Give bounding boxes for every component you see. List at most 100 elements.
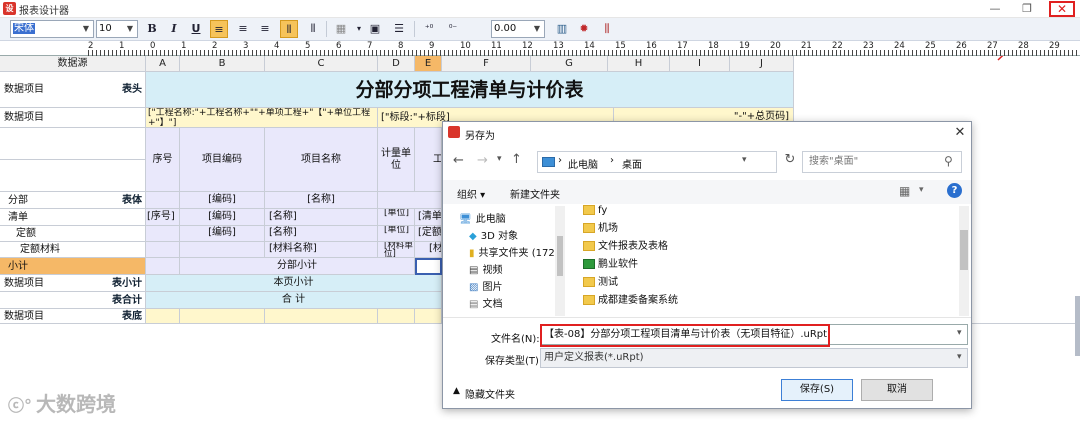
refresh-icon[interactable]: ↻ bbox=[781, 152, 799, 172]
vertical-scrollbar[interactable] bbox=[1075, 296, 1080, 356]
organize-menu[interactable]: 组织 ▾ bbox=[457, 186, 485, 201]
cell-qingdan-name[interactable]: [名称] bbox=[265, 209, 378, 226]
row-header[interactable]: 数据项目 表头 bbox=[0, 72, 146, 108]
cell-fenbu-name[interactable]: [名称] bbox=[265, 192, 378, 209]
breadcrumb-desktop[interactable]: 桌面 bbox=[622, 156, 642, 171]
column-header-d[interactable]: D bbox=[378, 56, 415, 72]
format-icon[interactable]: ☰ bbox=[390, 20, 408, 38]
valign-icon[interactable]: ⦀ bbox=[280, 20, 298, 38]
cell-dinge-unit[interactable]: [单位] bbox=[378, 226, 415, 242]
row-header[interactable]: 分部 表体 bbox=[0, 192, 146, 209]
increase-decimal-icon[interactable]: ⁺⁰ bbox=[420, 20, 438, 38]
header-unit[interactable]: 计量单位 bbox=[378, 128, 415, 192]
cell-dinge-name[interactable]: [名称] bbox=[265, 226, 378, 242]
row-header[interactable]: 数据项目 bbox=[0, 108, 146, 128]
paint-icon[interactable]: ✹ bbox=[575, 20, 593, 38]
cell-cailiao-e[interactable]: [材 bbox=[415, 242, 442, 258]
header-e[interactable]: 工 bbox=[415, 128, 442, 192]
file-item[interactable]: 成都建委备案系统 bbox=[583, 292, 678, 310]
distribute-icon[interactable]: ⦀ bbox=[304, 20, 322, 38]
cell-footer-b[interactable] bbox=[180, 309, 265, 324]
dialog-close-button[interactable]: ✕ bbox=[949, 122, 971, 144]
preview-icon[interactable]: ▥ bbox=[553, 20, 571, 38]
underline-button[interactable]: U bbox=[187, 20, 205, 38]
cell-cailiao-seq[interactable] bbox=[146, 242, 180, 258]
nav-item[interactable]: ▤ 文档 bbox=[469, 297, 502, 313]
nav-item[interactable]: ▨ 图片 bbox=[469, 280, 502, 296]
cell-fenbu-d[interactable] bbox=[378, 192, 442, 209]
row-header[interactable]: 数据项目 表底 bbox=[0, 309, 146, 324]
cell-page-total[interactable]: 本页小计 bbox=[146, 275, 442, 292]
address-bar[interactable]: › 此电脑 › 桌面 ▾ bbox=[537, 151, 777, 173]
font-size-select[interactable]: 10 ▼ bbox=[96, 20, 138, 38]
italic-button[interactable]: I bbox=[165, 20, 183, 38]
chevron-down-icon[interactable]: ▾ bbox=[919, 185, 924, 195]
bold-button[interactable]: B bbox=[143, 20, 161, 38]
header-name[interactable]: 项目名称 bbox=[265, 128, 378, 192]
cell-grand-total[interactable]: 合 计 bbox=[146, 292, 442, 309]
back-icon[interactable]: ← bbox=[453, 153, 464, 168]
decimal-format-select[interactable]: 0.00 ▼ bbox=[491, 20, 545, 38]
forward-icon[interactable]: → bbox=[477, 153, 488, 168]
file-scrollbar-thumb[interactable] bbox=[960, 230, 968, 270]
cancel-button[interactable]: 取消 bbox=[861, 379, 933, 401]
cell-qingdan-seq[interactable]: [序号] bbox=[146, 209, 180, 226]
row-header[interactable]: 定额材料 bbox=[0, 242, 146, 258]
column-header-b[interactable]: B bbox=[180, 56, 265, 72]
chevron-down-icon[interactable]: ▾ bbox=[497, 154, 502, 164]
file-item[interactable]: 机场 bbox=[583, 220, 618, 238]
cell-qingdan-unit[interactable]: [单位] bbox=[378, 209, 415, 226]
row-header[interactable] bbox=[0, 128, 146, 160]
new-folder-button[interactable]: 新建文件夹 bbox=[510, 186, 560, 201]
cell-fenbu-code[interactable]: [编码] bbox=[180, 192, 265, 209]
nav-item[interactable]: 🖥 此电脑 bbox=[459, 212, 506, 228]
close-button[interactable]: ✕ bbox=[1049, 1, 1075, 17]
cell-footer-a[interactable] bbox=[146, 309, 180, 324]
file-item[interactable]: 测试 bbox=[583, 274, 618, 292]
row-header[interactable]: 定额 bbox=[0, 226, 146, 242]
up-icon[interactable]: ↑ bbox=[511, 152, 522, 167]
selected-cell[interactable] bbox=[415, 258, 442, 275]
cell-footer-c[interactable] bbox=[265, 309, 378, 324]
align-right-icon[interactable]: ≡ bbox=[256, 20, 274, 38]
breadcrumb-this-pc[interactable]: 此电脑 bbox=[568, 156, 598, 171]
column-header-h[interactable]: H bbox=[608, 56, 670, 72]
cell-project-name[interactable]: ["工程名称:"+工程名称+""+单项工程+"【"+单位工程+"】"] bbox=[146, 108, 378, 128]
row-header[interactable] bbox=[0, 160, 146, 192]
align-center-icon[interactable]: ≡ bbox=[234, 20, 252, 38]
row-header[interactable]: 清单 bbox=[0, 209, 146, 226]
header-seq[interactable]: 序号 bbox=[146, 128, 180, 192]
font-name-select[interactable]: 宋体 ▼ bbox=[10, 20, 94, 38]
row-header[interactable]: 数据项目 表小计 bbox=[0, 275, 146, 292]
view-options-icon[interactable]: ▦ bbox=[899, 184, 910, 198]
chevron-up-icon[interactable]: ▲ bbox=[453, 386, 460, 396]
chevron-down-icon[interactable]: ▾ bbox=[742, 155, 747, 165]
merge-cells-icon[interactable]: ▣ bbox=[366, 20, 384, 38]
cell-dinge-code[interactable]: [编码] bbox=[180, 226, 265, 242]
cell-footer-e[interactable] bbox=[415, 309, 442, 324]
cell-subtotal-label[interactable]: 分部小计 bbox=[180, 258, 415, 275]
cell-qingdan-code[interactable]: [编码] bbox=[180, 209, 265, 226]
chevron-down-icon[interactable]: ▾ bbox=[957, 352, 962, 362]
column-header-g[interactable]: G bbox=[531, 56, 608, 72]
cell-dinge-seq[interactable] bbox=[146, 226, 180, 242]
align-left-icon[interactable]: ≡ bbox=[210, 20, 228, 38]
file-scrollbar[interactable] bbox=[959, 206, 969, 316]
hide-folders-button[interactable]: 隐藏文件夹 bbox=[465, 386, 515, 401]
nav-item[interactable]: ▤ 视频 bbox=[469, 263, 502, 279]
cell-cailiao-unit[interactable]: [材料单位] bbox=[378, 242, 415, 258]
header-code[interactable]: 项目编码 bbox=[180, 128, 265, 192]
nav-scrollbar[interactable] bbox=[555, 206, 565, 316]
file-item[interactable]: 文件报表及表格 bbox=[583, 238, 668, 256]
report-title[interactable]: 分部分项工程清单与计价表 bbox=[146, 72, 794, 108]
filetype-select[interactable]: 用户定义报表(*.uRpt) bbox=[540, 348, 968, 368]
column-header-i[interactable]: I bbox=[670, 56, 730, 72]
nav-item[interactable]: ◆ 3D 对象 bbox=[469, 229, 518, 245]
chart-icon[interactable]: ⫼ bbox=[598, 20, 616, 38]
search-input[interactable]: 搜索"桌面" bbox=[802, 151, 962, 173]
border-icon[interactable]: ▦ bbox=[332, 20, 350, 38]
file-item[interactable]: fy bbox=[583, 202, 607, 220]
column-header-a[interactable]: A bbox=[146, 56, 180, 72]
cell-dinge-e[interactable]: [定额 bbox=[415, 226, 442, 242]
nav-item[interactable]: ▮ 共享文件夹 (172 bbox=[469, 246, 555, 262]
